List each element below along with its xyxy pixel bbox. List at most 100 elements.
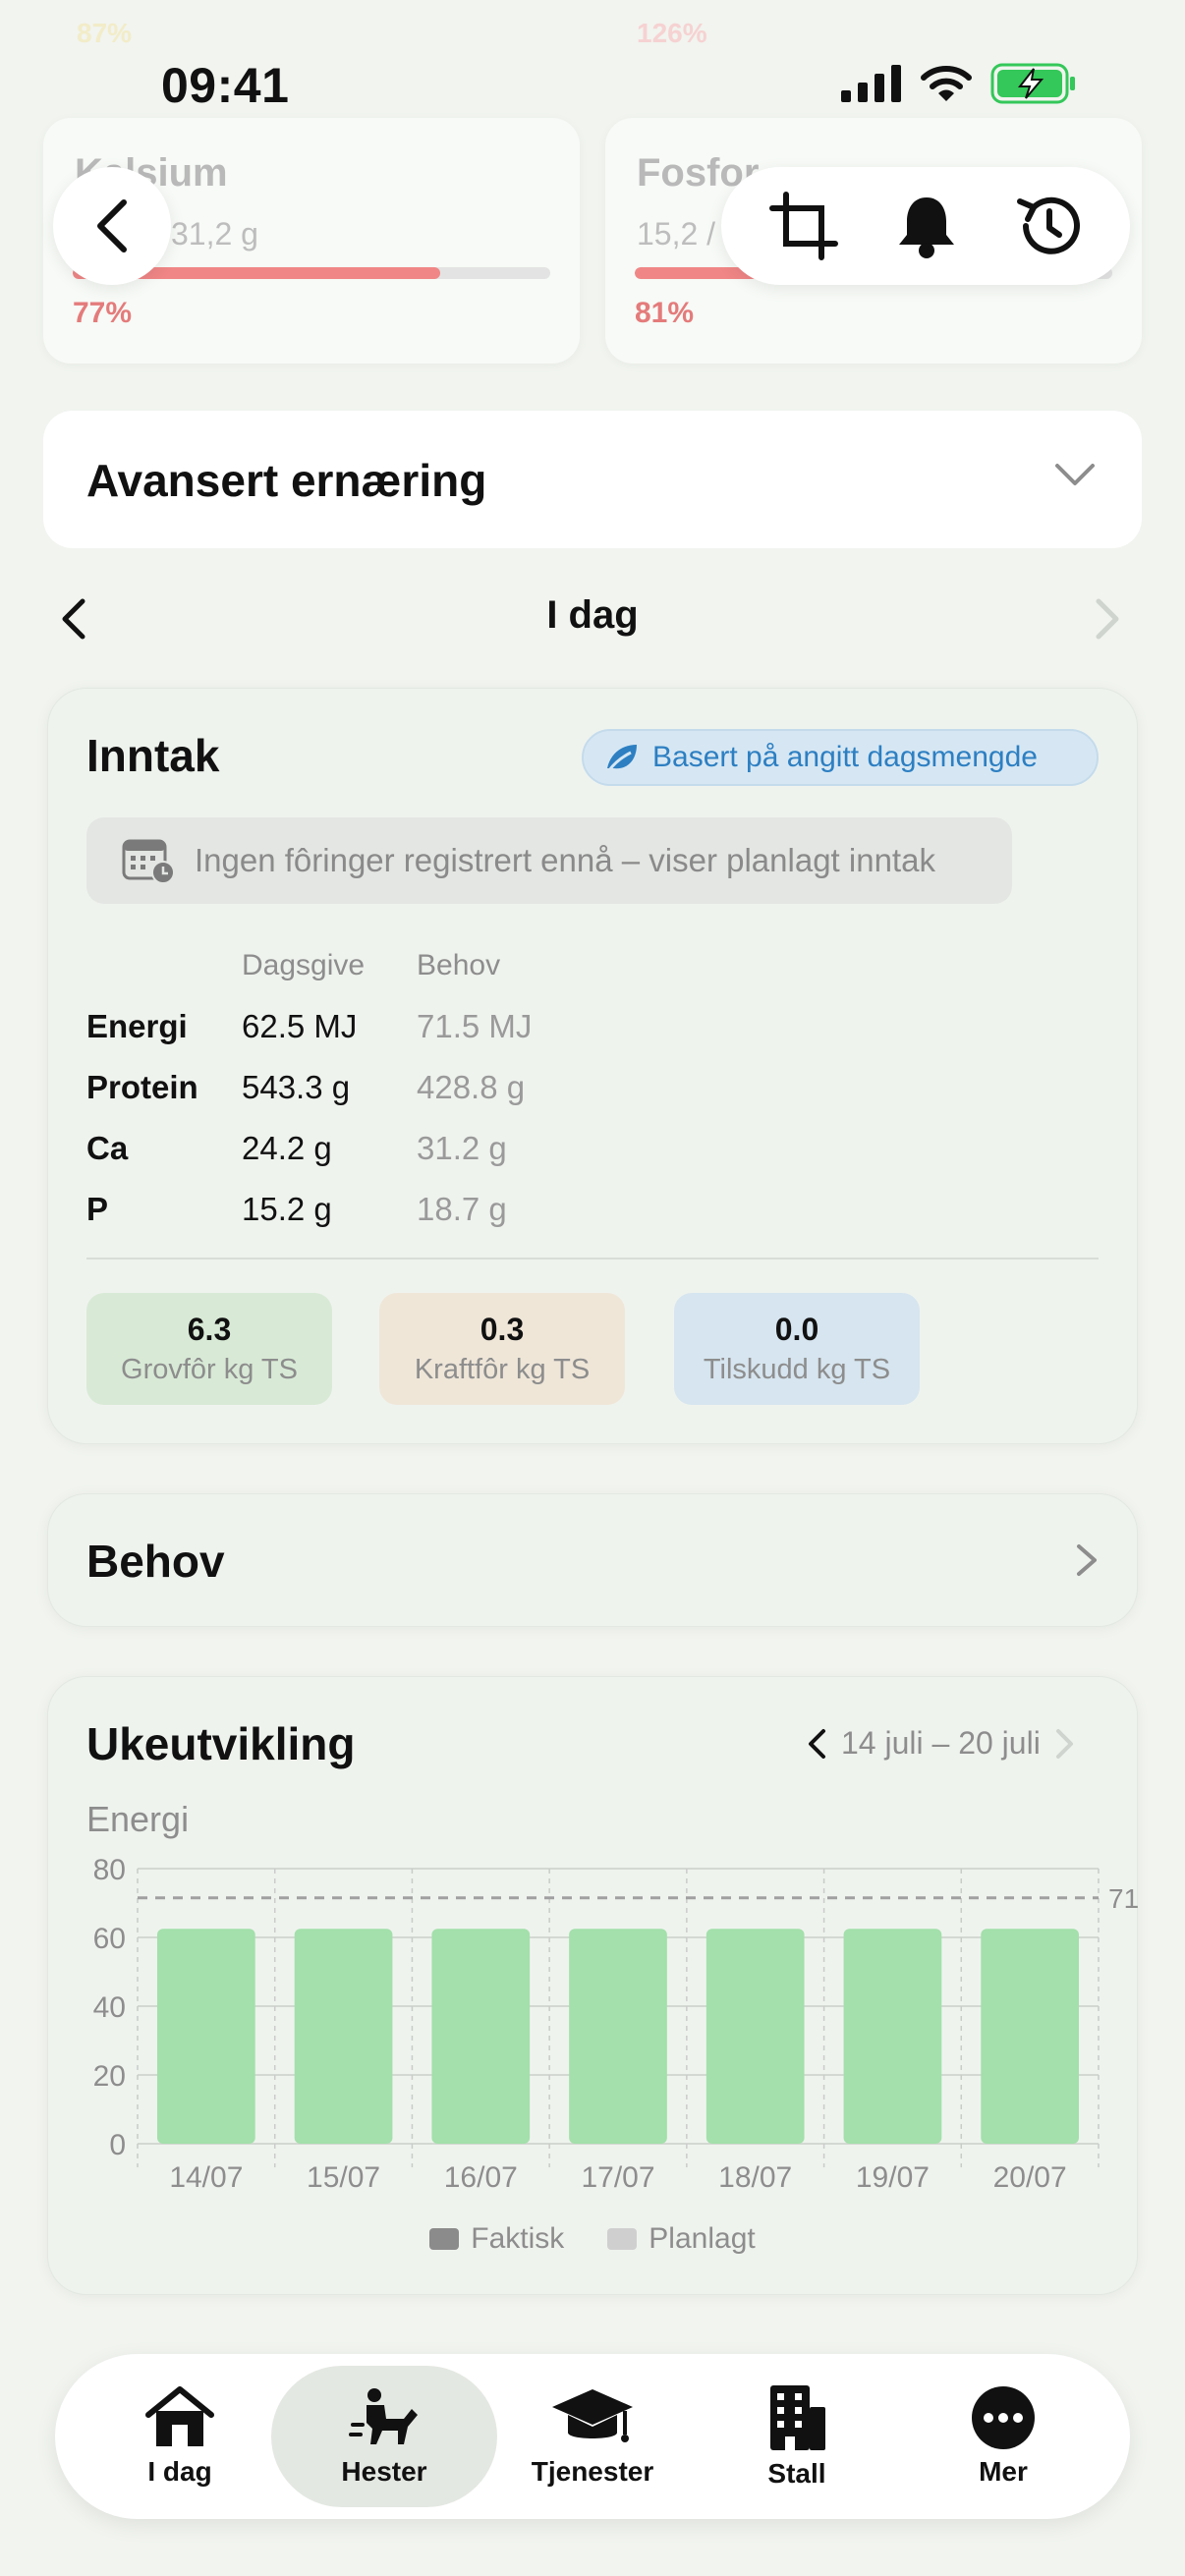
chevron-right-icon bbox=[1077, 1544, 1097, 1576]
x-tick-label: 16/07 bbox=[444, 2161, 518, 2194]
nutrient-daily: 15.2 g bbox=[242, 1191, 332, 1227]
x-tick-label: 19/07 bbox=[856, 2161, 930, 2194]
chevron-down-icon[interactable] bbox=[1053, 460, 1097, 489]
wifi-icon bbox=[921, 66, 972, 101]
nutrient-daily: 62.5 MJ bbox=[242, 1008, 358, 1044]
legend-item: Planlagt bbox=[607, 2222, 756, 2256]
nutrient-label: Energi bbox=[86, 1008, 188, 1044]
weekly-title: Ukeutvikling bbox=[86, 1718, 356, 1769]
needs-title: Behov bbox=[86, 1536, 225, 1587]
x-tick-label: 15/07 bbox=[307, 2161, 380, 2194]
mineral-percent: 81% bbox=[635, 297, 695, 329]
col-header-need: Behov bbox=[417, 949, 501, 981]
more-icon bbox=[972, 2386, 1035, 2449]
reference-line-label: 71 bbox=[1108, 1883, 1139, 1914]
nutrient-label: P bbox=[86, 1191, 109, 1227]
calendar-clock-icon bbox=[122, 839, 175, 884]
stat-value: 0.0 bbox=[774, 1312, 819, 1347]
tab-label: I dag bbox=[147, 2456, 212, 2487]
day-title: I dag bbox=[546, 593, 639, 637]
chart-legend: Faktisk Planlagt bbox=[0, 2222, 1185, 2256]
signal-icon bbox=[841, 65, 901, 102]
toolbar-pill bbox=[721, 167, 1130, 285]
tab-tjenester[interactable]: Tjenester bbox=[480, 2366, 705, 2507]
chevron-left-icon bbox=[97, 199, 127, 252]
tab-label: Tjenester bbox=[531, 2456, 654, 2487]
bell-icon[interactable] bbox=[895, 192, 958, 260]
bar-15/07 bbox=[294, 1929, 393, 2144]
mineral-value: 31,2 g bbox=[171, 216, 258, 252]
y-tick-label: 60 bbox=[93, 1923, 126, 1955]
previous-week-icon[interactable] bbox=[806, 1728, 827, 1760]
home-icon bbox=[145, 2386, 214, 2446]
legend-item: Faktisk bbox=[429, 2222, 564, 2256]
no-feedings-text: Ingen fôringer registrert ennå – viser p… bbox=[195, 842, 935, 878]
tab-stall[interactable]: Stall bbox=[684, 2366, 910, 2507]
nutrient-label: Protein bbox=[86, 1069, 198, 1105]
status-icons bbox=[841, 63, 1077, 104]
nutrient-need: 71.5 MJ bbox=[417, 1008, 533, 1044]
building-icon bbox=[770, 2385, 825, 2450]
week-range-label: 14 juli – 20 juli bbox=[841, 1725, 1041, 1761]
bar-14/07 bbox=[157, 1929, 255, 2144]
x-tick-label: 18/07 bbox=[718, 2161, 792, 2194]
bar-17/07 bbox=[569, 1929, 667, 2144]
nutrient-label: Ca bbox=[86, 1130, 129, 1166]
nutrient-daily: 543.3 g bbox=[242, 1069, 351, 1105]
col-header-daily: Dagsgive bbox=[242, 949, 366, 981]
horse-rider-icon bbox=[349, 2388, 418, 2444]
stat-roughage: 6.3 Grovfôr kg TS bbox=[86, 1293, 332, 1405]
energy-chart: Energi 0 20 40 60 80 71 14/07 15/07 16/07 17/07 18/… bbox=[86, 1799, 1139, 2194]
graduation-cap-icon bbox=[552, 2389, 633, 2442]
y-tick-label: 0 bbox=[109, 2129, 126, 2161]
x-tick-label: 14/07 bbox=[169, 2161, 243, 2194]
nutrient-daily: 24.2 g bbox=[242, 1130, 332, 1166]
no-feedings-notice: Ingen fôringer registrert ennå – viser p… bbox=[86, 817, 1012, 904]
bar-18/07 bbox=[705, 1929, 805, 2144]
mineral-value: 15,2 / bbox=[637, 216, 716, 252]
stat-supplement: 0.0 Tilskudd kg TS bbox=[674, 1293, 920, 1405]
nutrient-need: 428.8 g bbox=[417, 1069, 526, 1105]
y-axis-title: Energi bbox=[86, 1799, 189, 1839]
history-icon[interactable] bbox=[1014, 192, 1083, 260]
tab-i-dag[interactable]: I dag bbox=[67, 2366, 293, 2507]
bar-16/07 bbox=[431, 1929, 531, 2144]
stat-label: Kraftfôr kg TS bbox=[414, 1354, 591, 1385]
legend-label: Faktisk bbox=[471, 2222, 565, 2255]
stat-label: Tilskudd kg TS bbox=[703, 1354, 891, 1385]
week-range-nav: 14 juli – 20 juli bbox=[806, 1725, 1076, 1762]
advanced-nutrition-title: Avansert ernæring bbox=[86, 455, 487, 506]
back-button[interactable] bbox=[53, 167, 171, 285]
tab-label: Mer bbox=[979, 2456, 1028, 2487]
stat-label: Grovfôr kg TS bbox=[121, 1354, 298, 1385]
stat-value: 6.3 bbox=[187, 1312, 232, 1347]
next-day-icon[interactable] bbox=[1093, 597, 1122, 641]
next-week-icon[interactable] bbox=[1054, 1728, 1076, 1760]
legend-swatch bbox=[429, 2228, 460, 2250]
faded-percent-left: 87% bbox=[77, 18, 133, 48]
leaf-icon bbox=[607, 745, 637, 771]
stat-concentrate: 0.3 Kraftfôr kg TS bbox=[379, 1293, 625, 1405]
faded-percent-right: 126% bbox=[637, 18, 707, 48]
y-tick-label: 40 bbox=[93, 1991, 126, 2024]
bar-20/07 bbox=[981, 1929, 1079, 2144]
crop-icon[interactable] bbox=[768, 191, 839, 261]
mineral-percent: 77% bbox=[73, 297, 133, 329]
x-tick-label: 20/07 bbox=[993, 2161, 1067, 2194]
based-on-label: Basert på angitt dagsmengde bbox=[652, 741, 1038, 773]
legend-label: Planlagt bbox=[649, 2222, 756, 2255]
status-time: 09:41 bbox=[161, 58, 290, 113]
tab-label: Hester bbox=[341, 2456, 427, 2487]
tab-label: Stall bbox=[767, 2458, 826, 2489]
tab-mer[interactable]: Mer bbox=[890, 2366, 1116, 2507]
battery-charging-icon bbox=[990, 63, 1075, 104]
y-tick-label: 20 bbox=[93, 2060, 126, 2093]
y-tick-label: 80 bbox=[93, 1854, 126, 1886]
legend-swatch bbox=[607, 2228, 638, 2250]
based-on-badge: Basert på angitt dagsmengde bbox=[582, 729, 1099, 786]
nutrient-need: 18.7 g bbox=[417, 1191, 507, 1227]
nutrient-need: 31.2 g bbox=[417, 1130, 507, 1166]
x-tick-label: 17/07 bbox=[581, 2161, 654, 2194]
tab-hester[interactable]: Hester bbox=[271, 2366, 497, 2507]
stat-value: 0.3 bbox=[480, 1312, 525, 1347]
